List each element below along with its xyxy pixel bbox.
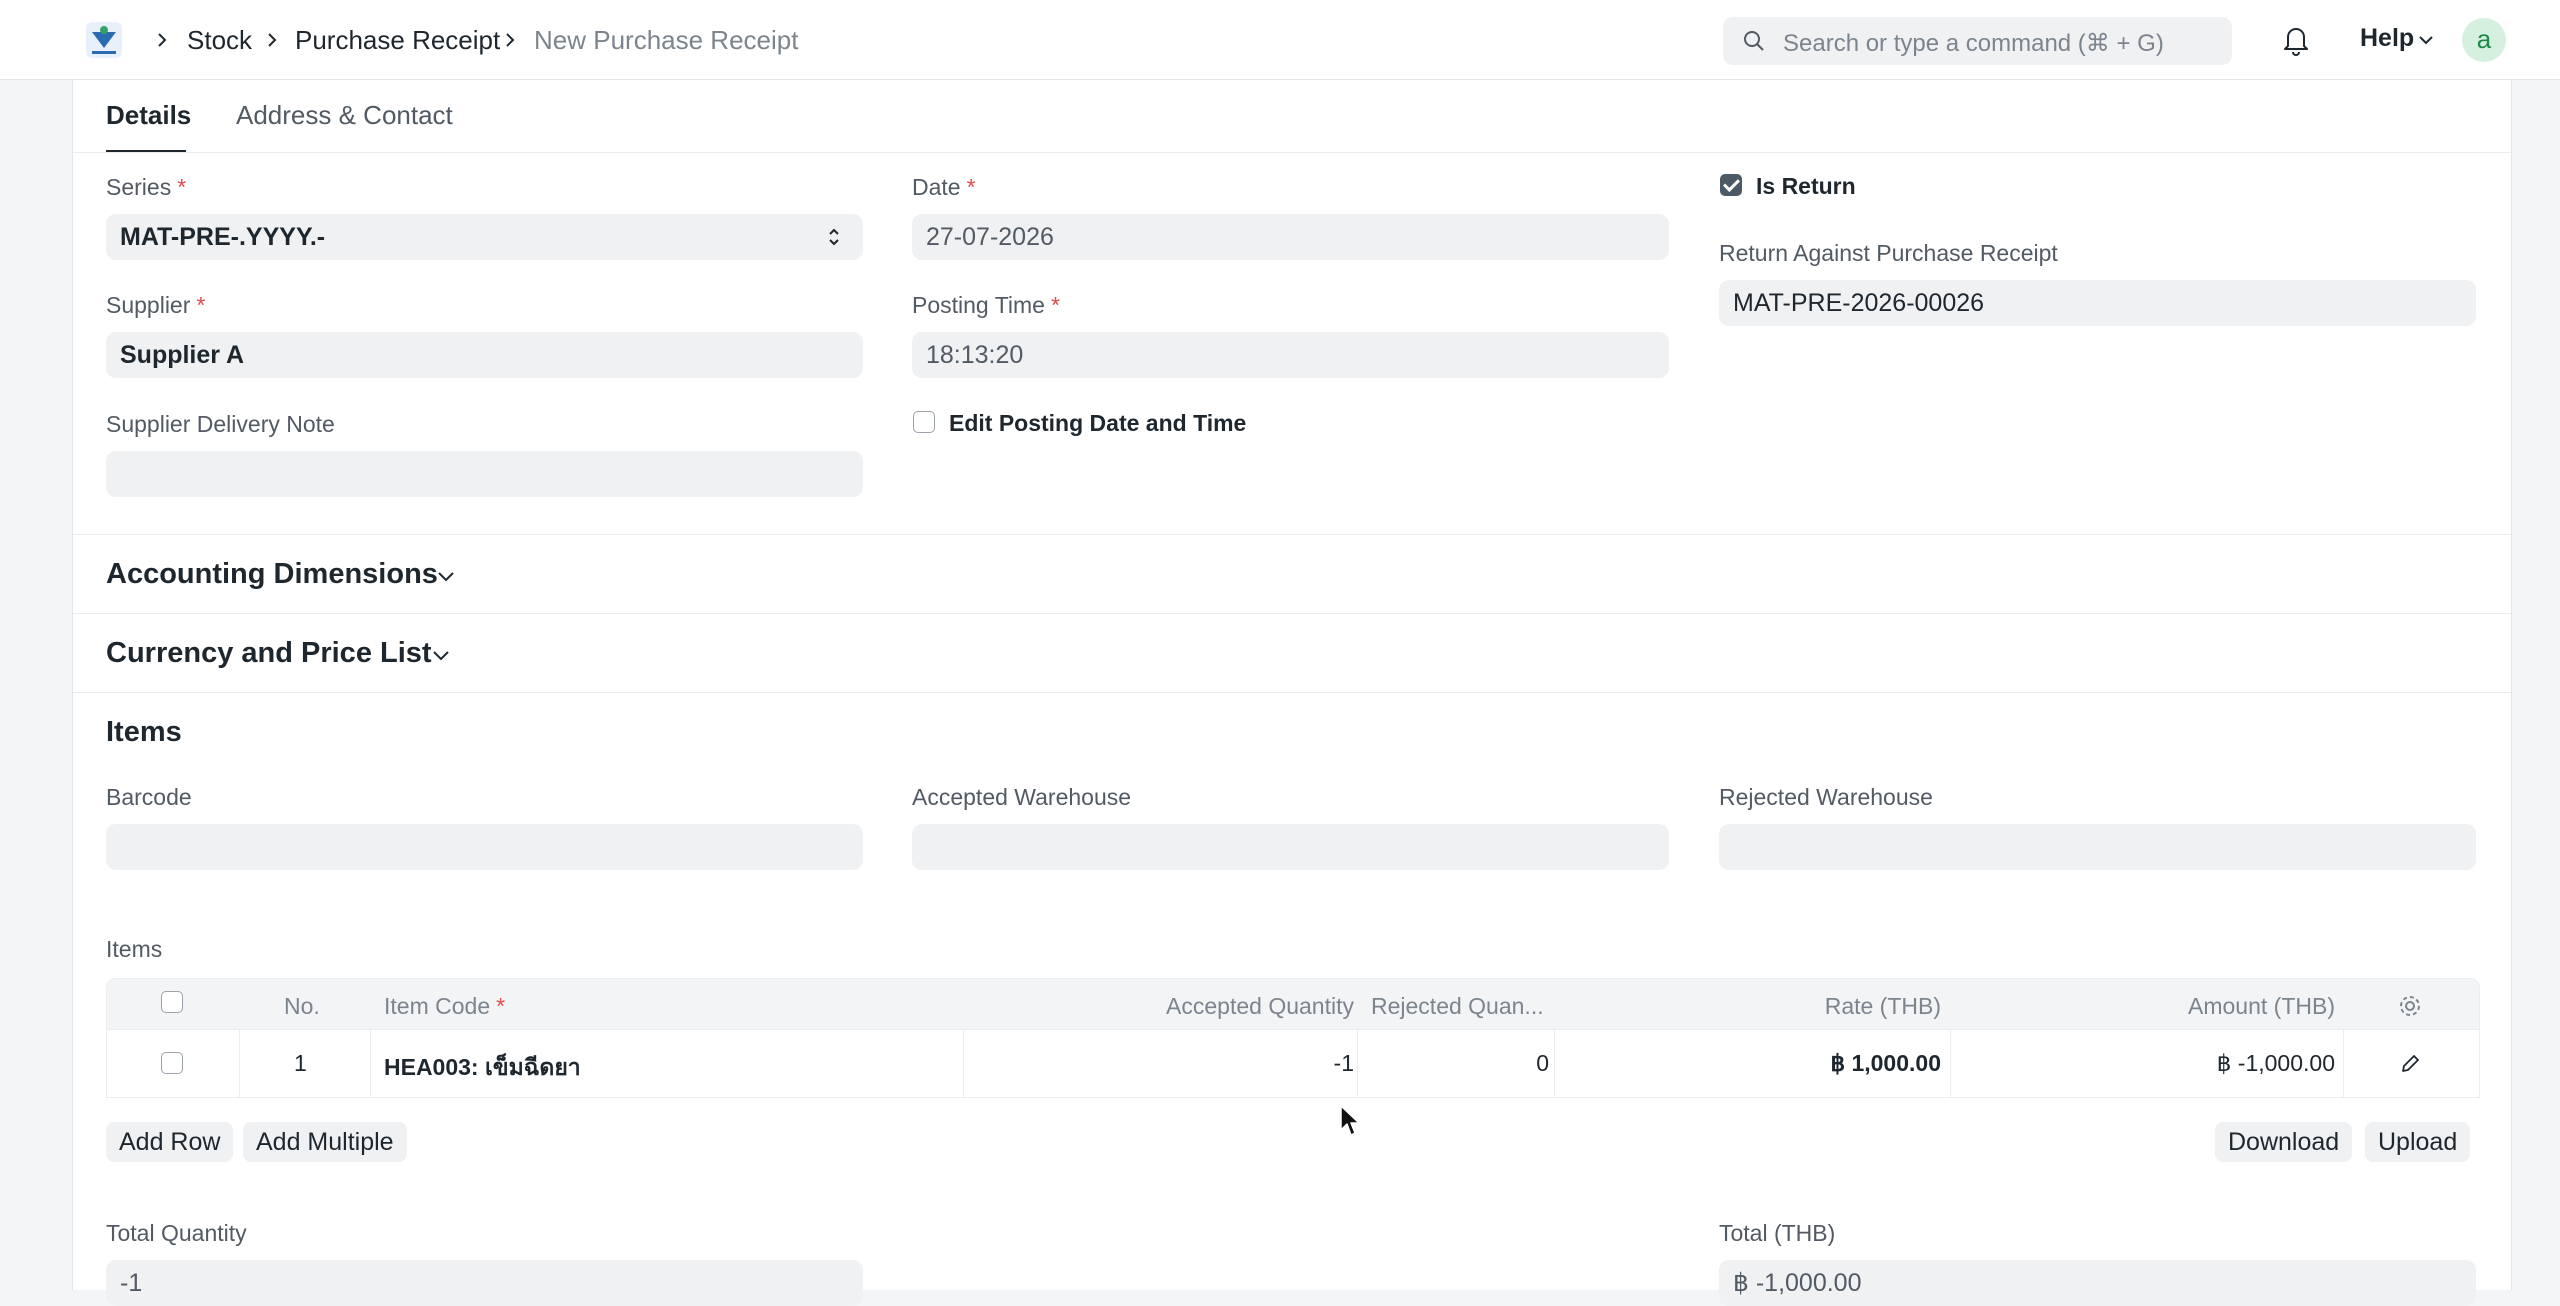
select-all-checkbox[interactable] [161,991,183,1013]
search-icon [1744,31,1764,51]
row-item-code[interactable]: HEA003: เข็มฉีดยา [384,1050,581,1086]
is-return-checkbox[interactable] [1720,174,1742,196]
edit-pencil-icon[interactable] [2399,1053,2421,1075]
items-table-header: No. Item Code * Accepted Quantity Rejecte… [106,978,2480,1030]
total-thb-label: Total (THB) [1719,1220,1836,1246]
chevron-down-icon[interactable] [436,570,456,584]
col-no: No. [284,993,320,1019]
download-button[interactable]: Download [2215,1122,2353,1162]
breadcrumb-purchase-receipt[interactable]: Purchase Receipt [295,24,500,56]
date-field[interactable]: 27-07-2026 [912,214,1669,260]
accepted-warehouse-field[interactable] [912,824,1669,870]
currency-price-list-header[interactable]: Currency and Price List [106,637,432,670]
table-row[interactable]: 1 HEA003: เข็มฉีดยา -1 0 ฿ 1,000.00 ฿ -1… [106,1030,2480,1098]
col-rate: Rate (THB) [1824,993,1941,1019]
column-divider [2343,1030,2344,1098]
series-select[interactable]: MAT-PRE-.YYYY.- [106,214,863,260]
form-card: Details Address & Contact Series * MAT-PR… [72,80,2512,1306]
rejected-warehouse-field[interactable] [1719,824,2476,870]
date-label: Date * [912,174,976,200]
row-amount: ฿ -1,000.00 [2216,1050,2335,1076]
row-no: 1 [294,1050,307,1076]
col-item-code: Item Code * [384,993,506,1019]
form-tabs: Details Address & Contact [73,80,2511,153]
breadcrumb-current: New Purchase Receipt [534,25,799,55]
add-multiple-button[interactable]: Add Multiple [243,1122,407,1162]
row-accepted-qty[interactable]: -1 [1334,1050,1354,1077]
search-placeholder: Search or type a command (⌘ + G) [1783,30,2164,57]
row-rejected-qty[interactable]: 0 [1536,1050,1549,1077]
chevron-right-icon [158,33,167,47]
barcode-label: Barcode [106,784,192,810]
row-checkbox[interactable] [161,1052,183,1074]
search-input[interactable]: Search or type a command (⌘ + G) [1723,17,2232,65]
posting-time-field[interactable]: 18:13:20 [912,332,1669,378]
rejected-warehouse-label: Rejected Warehouse [1719,784,1933,810]
tab-details[interactable]: Details [106,100,191,131]
total-quantity-label: Total Quantity [106,1220,247,1246]
top-navbar: Stock Purchase Receipt New Purchase Rece… [0,0,2560,80]
accepted-warehouse-label: Accepted Warehouse [912,784,1132,810]
total-thb-field: ฿ -1,000.00 [1719,1260,2476,1306]
edit-posting-checkbox[interactable] [913,411,935,433]
mouse-cursor-icon [1340,1105,1360,1136]
section-divider [73,613,2511,614]
return-against-field[interactable]: MAT-PRE-2026-00026 [1719,280,2476,326]
section-divider [73,534,2511,535]
active-tab-indicator [106,150,186,152]
supplier-label: Supplier * [106,292,206,318]
edit-posting-label: Edit Posting Date and Time [949,410,1247,436]
breadcrumb-stock[interactable]: Stock [187,24,252,56]
add-row-button[interactable]: Add Row [106,1122,234,1162]
app-logo-icon[interactable] [82,18,126,62]
avatar[interactable]: a [2462,18,2506,62]
column-divider [1554,1030,1555,1098]
is-return-label: Is Return [1756,173,1856,199]
upload-button[interactable]: Upload [2365,1122,2471,1162]
supplier-field[interactable]: Supplier A [106,332,863,378]
help-menu[interactable]: Help [2360,24,2414,53]
notification-bell-icon[interactable] [2282,24,2310,56]
total-quantity-field: -1 [106,1260,863,1306]
section-divider [73,692,2511,693]
column-divider [1357,1030,1358,1098]
items-table-label: Items [106,936,163,962]
column-divider [370,1030,371,1098]
column-divider [963,1030,964,1098]
column-divider [1950,1030,1951,1098]
col-amount: Amount (THB) [2188,993,2335,1019]
supplier-delivery-note-field[interactable] [106,451,863,497]
chevron-down-icon[interactable] [431,649,451,663]
chevron-right-icon [268,33,277,47]
row-rate[interactable]: ฿ 1,000.00 [1830,1050,1941,1077]
items-section-header: Items [106,716,182,748]
chevron-down-icon [2419,36,2433,45]
supplier-delivery-note-label: Supplier Delivery Note [106,411,335,437]
gear-icon[interactable] [2398,994,2422,1018]
return-against-label: Return Against Purchase Receipt [1719,240,2058,266]
chevron-right-icon [506,33,515,47]
series-label: Series * [106,174,187,200]
accounting-dimensions-header[interactable]: Accounting Dimensions [106,558,438,591]
select-arrows-icon [829,228,839,246]
posting-time-label: Posting Time * [912,292,1060,318]
column-divider [239,1030,240,1098]
tab-address-contact[interactable]: Address & Contact [236,100,453,131]
barcode-field[interactable] [106,824,863,870]
col-rejected-qty: Rejected Quan... [1371,993,1544,1019]
col-accepted-qty: Accepted Quantity [1166,993,1354,1019]
